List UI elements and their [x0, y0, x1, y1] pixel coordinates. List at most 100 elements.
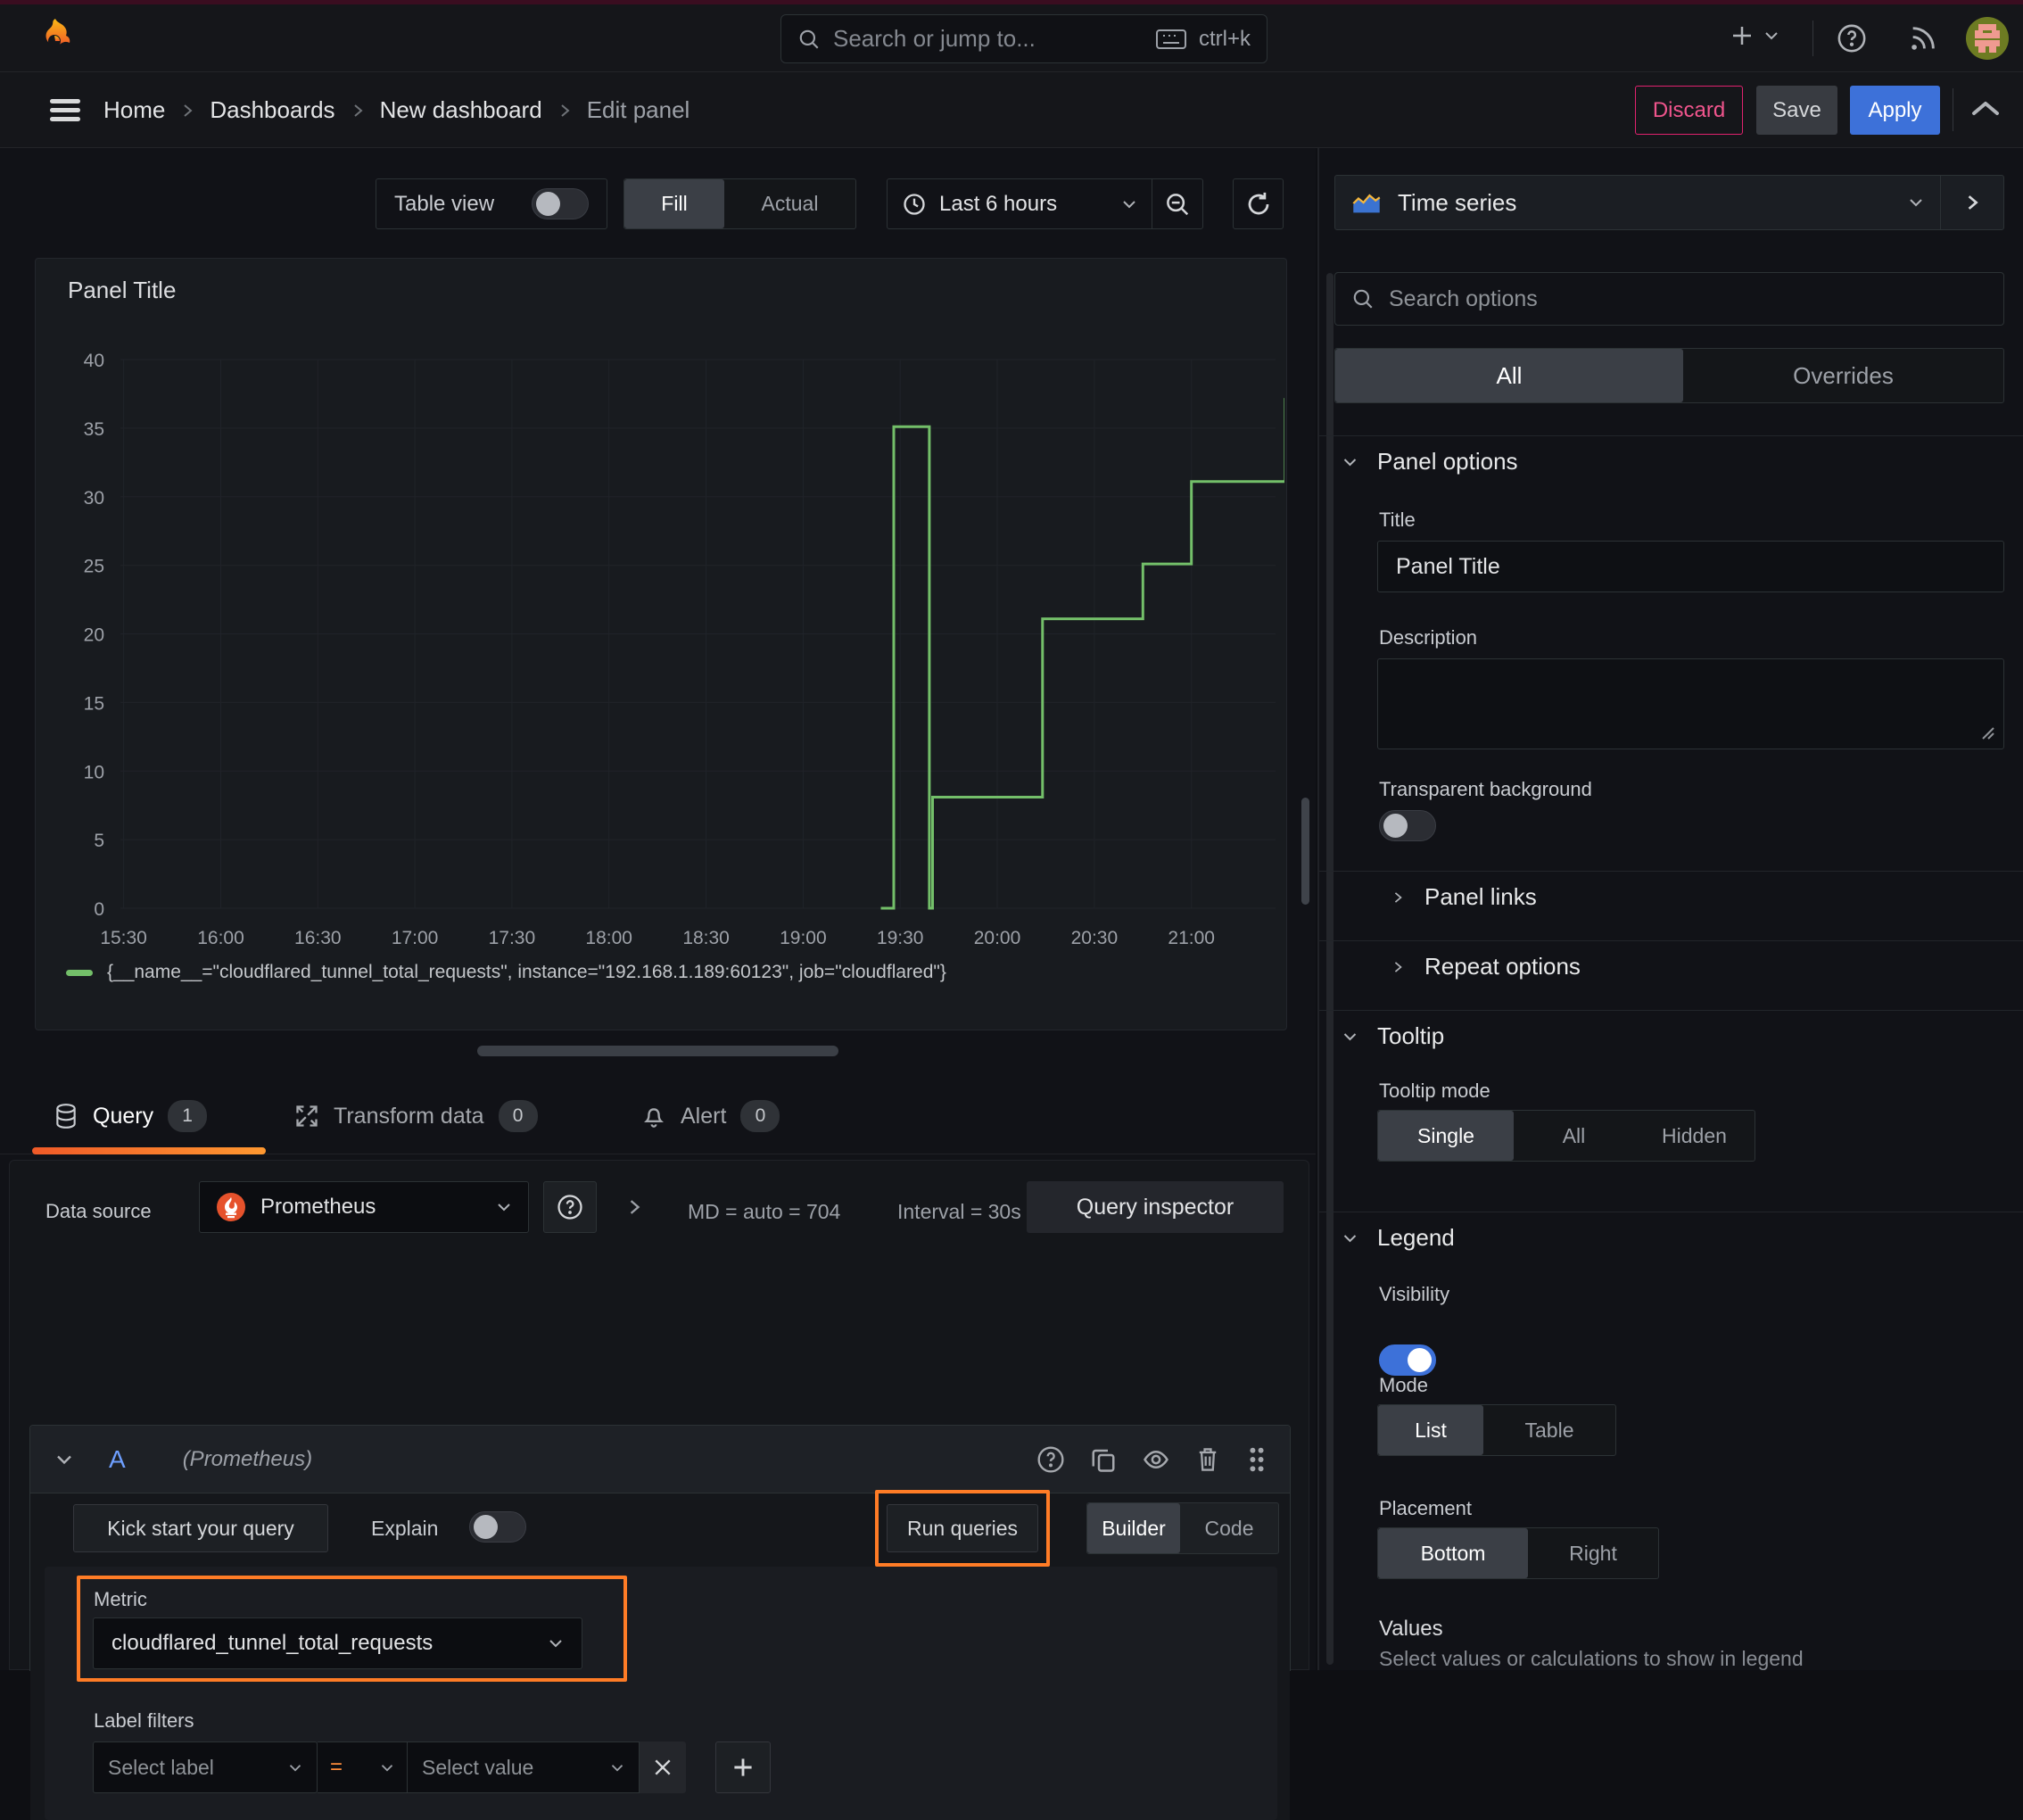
- add-filter-button[interactable]: [715, 1741, 771, 1793]
- explain-toggle[interactable]: [469, 1511, 526, 1543]
- tooltip-title: Tooltip: [1377, 1022, 1445, 1049]
- legend-mode-table[interactable]: Table: [1483, 1405, 1615, 1455]
- datasource-select[interactable]: Prometheus: [199, 1181, 529, 1233]
- horizontal-scrollbar[interactable]: [477, 1046, 838, 1056]
- main-area: Table view Fill Actual Last 6 hours Pane…: [0, 148, 1316, 1820]
- tooltip-mode-single[interactable]: Single: [1378, 1111, 1514, 1161]
- resize-handle-icon[interactable]: [1978, 723, 1995, 740]
- select-value-dropdown[interactable]: Select value: [408, 1741, 640, 1793]
- svg-text:20:30: 20:30: [1071, 928, 1119, 948]
- tab-all[interactable]: All: [1335, 349, 1683, 402]
- legend-series-swatch: [66, 969, 93, 976]
- chevron-down-icon: [1908, 197, 1924, 208]
- time-range-picker[interactable]: Last 6 hours: [888, 179, 1152, 228]
- timeseries-viz-icon: [1351, 190, 1382, 215]
- hide-response-eye-icon[interactable]: [1142, 1446, 1170, 1473]
- svg-text:20: 20: [84, 625, 104, 646]
- legend-series-label[interactable]: {__name__="cloudflared_tunnel_total_requ…: [107, 962, 946, 983]
- drag-handle-icon[interactable]: [1247, 1445, 1267, 1474]
- section-panel-options[interactable]: Panel options: [1342, 448, 1518, 476]
- datasource-help-button[interactable]: [543, 1181, 597, 1233]
- tooltip-mode-all[interactable]: All: [1514, 1111, 1634, 1161]
- add-menu-button[interactable]: [1729, 22, 1779, 49]
- fill-option[interactable]: Fill: [624, 179, 724, 228]
- collapse-header-chevron-up-icon[interactable]: [1969, 97, 2002, 120]
- legend-title: Legend: [1377, 1224, 1455, 1251]
- zoom-out-button[interactable]: [1152, 179, 1202, 228]
- metric-value: cloudflared_tunnel_total_requests: [111, 1631, 434, 1655]
- collapse-query-chevron-icon[interactable]: [55, 1453, 73, 1466]
- run-queries-button[interactable]: Run queries: [887, 1504, 1038, 1552]
- options-scrollbar[interactable]: [1326, 273, 1334, 1665]
- panel-title-input[interactable]: [1377, 541, 2004, 592]
- vertical-scrollbar[interactable]: [1301, 798, 1309, 905]
- grafana-logo[interactable]: [32, 15, 78, 62]
- kick-start-query-button[interactable]: Kick start your query: [73, 1504, 328, 1552]
- tab-alert[interactable]: Alert 0: [641, 1078, 780, 1154]
- operator-dropdown[interactable]: =: [318, 1741, 408, 1793]
- transparent-background-toggle[interactable]: [1379, 810, 1436, 841]
- user-avatar[interactable]: [1966, 17, 2009, 60]
- refresh-button[interactable]: [1233, 178, 1284, 229]
- legend-placement-bottom[interactable]: Bottom: [1378, 1528, 1528, 1578]
- section-repeat-options[interactable]: Repeat options: [1392, 953, 1581, 980]
- breadcrumb-dashboards[interactable]: Dashboards: [210, 96, 334, 124]
- tab-alert-count: 0: [740, 1100, 780, 1132]
- tooltip-mode-label: Tooltip mode: [1379, 1080, 1490, 1102]
- repeat-options-title: Repeat options: [1424, 953, 1581, 980]
- code-option[interactable]: Code: [1180, 1503, 1278, 1553]
- chart-legend[interactable]: {__name__="cloudflared_tunnel_total_requ…: [66, 962, 946, 983]
- builder-option[interactable]: Builder: [1087, 1503, 1180, 1553]
- breadcrumb-home[interactable]: Home: [103, 96, 165, 124]
- save-button[interactable]: Save: [1756, 86, 1837, 135]
- search-options-field[interactable]: Search options: [1334, 272, 2004, 326]
- timeseries-chart[interactable]: 15:30 16:00 16:30 17:00 17:30 18:00 18:30 19:00…: [36, 321, 1284, 955]
- section-legend[interactable]: Legend: [1342, 1224, 1455, 1252]
- svg-text:15: 15: [84, 693, 104, 714]
- help-icon[interactable]: [1836, 22, 1868, 54]
- visualization-select[interactable]: Time series: [1335, 176, 1940, 229]
- svg-text:18:30: 18:30: [682, 928, 730, 948]
- news-rss-icon[interactable]: [1907, 22, 1939, 54]
- metric-label: Metric: [94, 1588, 147, 1610]
- hamburger-menu-icon[interactable]: [48, 95, 82, 124]
- search-options-placeholder: Search options: [1389, 285, 1538, 311]
- tab-transform-data[interactable]: Transform data 0: [294, 1078, 538, 1154]
- chevron-right-icon: [1392, 959, 1403, 975]
- select-label-dropdown[interactable]: Select label: [93, 1741, 318, 1793]
- delete-query-trash-icon[interactable]: [1195, 1446, 1220, 1473]
- query-ref-id[interactable]: A: [109, 1445, 126, 1474]
- discard-button[interactable]: Discard: [1635, 86, 1743, 135]
- legend-placement-right[interactable]: Right: [1528, 1528, 1658, 1578]
- legend-visibility-toggle[interactable]: [1379, 1344, 1436, 1376]
- datasource-label: Data source: [45, 1200, 152, 1222]
- duplicate-query-icon[interactable]: [1090, 1446, 1117, 1473]
- remove-filter-button[interactable]: [640, 1741, 686, 1793]
- time-range-label: Last 6 hours: [939, 191, 1058, 216]
- apply-button[interactable]: Apply: [1850, 86, 1940, 135]
- query-inspector-button[interactable]: Query inspector: [1027, 1181, 1284, 1233]
- svg-text:5: 5: [94, 831, 104, 851]
- actual-option[interactable]: Actual: [724, 179, 855, 228]
- collapse-pane-chevron-right-icon[interactable]: [1941, 176, 2003, 229]
- tab-overrides[interactable]: Overrides: [1683, 349, 2003, 402]
- metric-select[interactable]: cloudflared_tunnel_total_requests: [93, 1617, 582, 1669]
- chevron-right-icon: [351, 102, 364, 120]
- section-tooltip[interactable]: Tooltip: [1342, 1022, 1444, 1050]
- legend-mode-list[interactable]: List: [1378, 1405, 1483, 1455]
- description-textarea[interactable]: [1377, 658, 2004, 749]
- global-search[interactable]: Search or jump to... ctrl+k: [780, 14, 1267, 63]
- tooltip-mode-hidden[interactable]: Hidden: [1634, 1111, 1755, 1161]
- section-panel-links[interactable]: Panel links: [1392, 883, 1537, 911]
- table-view-toggle[interactable]: [532, 188, 589, 219]
- chevron-down-icon: [1764, 30, 1779, 41]
- chevron-down-icon: [610, 1763, 624, 1773]
- svg-text:0: 0: [94, 899, 104, 920]
- database-icon: [54, 1103, 78, 1129]
- panel-title[interactable]: Panel Title: [68, 277, 176, 304]
- query-card: A (Prometheus) Kick start your query Exp…: [29, 1425, 1291, 1820]
- options-expand-chevron-icon[interactable]: [627, 1196, 641, 1218]
- tab-query[interactable]: Query 1: [54, 1078, 208, 1154]
- query-help-icon[interactable]: [1036, 1445, 1065, 1474]
- breadcrumb-new-dashboard[interactable]: New dashboard: [380, 96, 542, 124]
